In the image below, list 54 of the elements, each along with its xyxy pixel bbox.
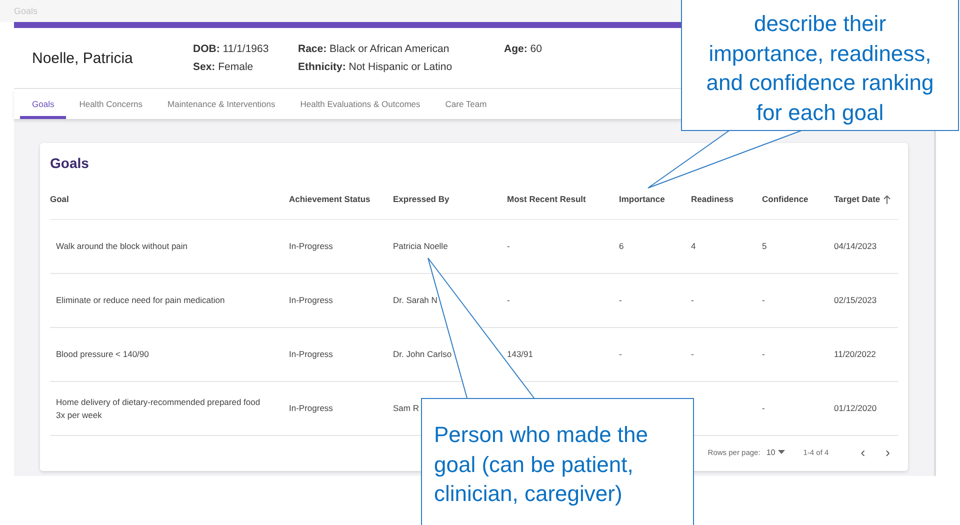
table-cell: 4 xyxy=(691,240,696,253)
table-cell: - xyxy=(619,294,622,307)
table-cell: 6 xyxy=(619,240,624,253)
table-cell: In-Progress xyxy=(289,348,333,361)
tab[interactable]: Goals xyxy=(20,89,66,119)
previous-page-button[interactable]: ‹ xyxy=(856,444,870,460)
next-page-button[interactable]: › xyxy=(881,444,894,460)
table-cell-text: Home delivery of dietary-recommended prepared food 3x per week xyxy=(56,396,262,422)
table-cell: Eliminate or reduce need for pain medication xyxy=(56,294,225,307)
table-cell: Dr. John Carlso xyxy=(393,348,452,361)
column-header[interactable]: Most Recent Result xyxy=(507,194,586,204)
card-title: Goals xyxy=(50,154,89,173)
patient-detail: Ethnicity: Not Hispanic or Latino xyxy=(298,61,454,73)
table-cell: 02/15/2023 xyxy=(834,294,877,307)
patient-detail: Age: 60 xyxy=(504,43,542,55)
tab[interactable]: Health Evaluations & Outcomes xyxy=(288,89,432,119)
patient-name: Noelle, Patricia xyxy=(32,50,134,66)
tab[interactable]: Maintenance & Interventions xyxy=(156,89,288,119)
table-cell: Sam R xyxy=(393,402,419,415)
table-cell: In-Progress xyxy=(289,240,333,253)
patient-detail: DOB: 11/1/1963 xyxy=(193,43,270,55)
patient-detail: Race: Black or African American xyxy=(298,43,450,55)
column-header[interactable]: Target Date xyxy=(834,194,892,204)
table-cell: Dr. Sarah N xyxy=(393,294,438,307)
column-header[interactable]: Confidence xyxy=(762,194,808,204)
table-cell: - xyxy=(507,294,510,307)
patient-detail: Sex: Female xyxy=(193,61,254,73)
table-cell: 143/91 xyxy=(507,348,533,361)
table-cell: Walk around the block without pain xyxy=(56,240,188,253)
column-header[interactable]: Achievement Status xyxy=(289,194,370,204)
sort-up-icon[interactable] xyxy=(883,194,892,204)
dropdown-icon xyxy=(778,450,786,454)
table-cell: 5 xyxy=(762,240,767,253)
column-header[interactable]: Importance xyxy=(619,194,665,204)
column-header[interactable]: Expressed By xyxy=(393,194,450,204)
table-cell: In-Progress xyxy=(289,402,333,415)
tab[interactable]: Health Concerns xyxy=(67,89,155,119)
table-cell: In-Progress xyxy=(289,294,333,307)
table-cell: 11/20/2022 xyxy=(834,348,876,361)
column-header[interactable]: Goal xyxy=(50,194,69,204)
tab[interactable]: Care Team xyxy=(433,89,499,119)
table-cell: - xyxy=(691,348,694,361)
table-cell: 01/12/2020 xyxy=(834,402,877,415)
table-cell: - xyxy=(762,294,765,307)
table-cell: - xyxy=(619,348,622,361)
table-cell: - xyxy=(762,402,765,415)
table-cell: 04/14/2023 xyxy=(834,240,877,253)
table-cell: Blood pressure < 140/90 xyxy=(56,348,149,361)
column-header[interactable]: Readiness xyxy=(691,194,734,204)
rows-per-page-select[interactable]: 10 xyxy=(766,448,786,456)
table-cell: Patricia Noelle xyxy=(393,240,448,253)
table-cell: - xyxy=(762,348,765,361)
table-cell: - xyxy=(507,240,510,253)
table-cell: - xyxy=(691,294,694,307)
